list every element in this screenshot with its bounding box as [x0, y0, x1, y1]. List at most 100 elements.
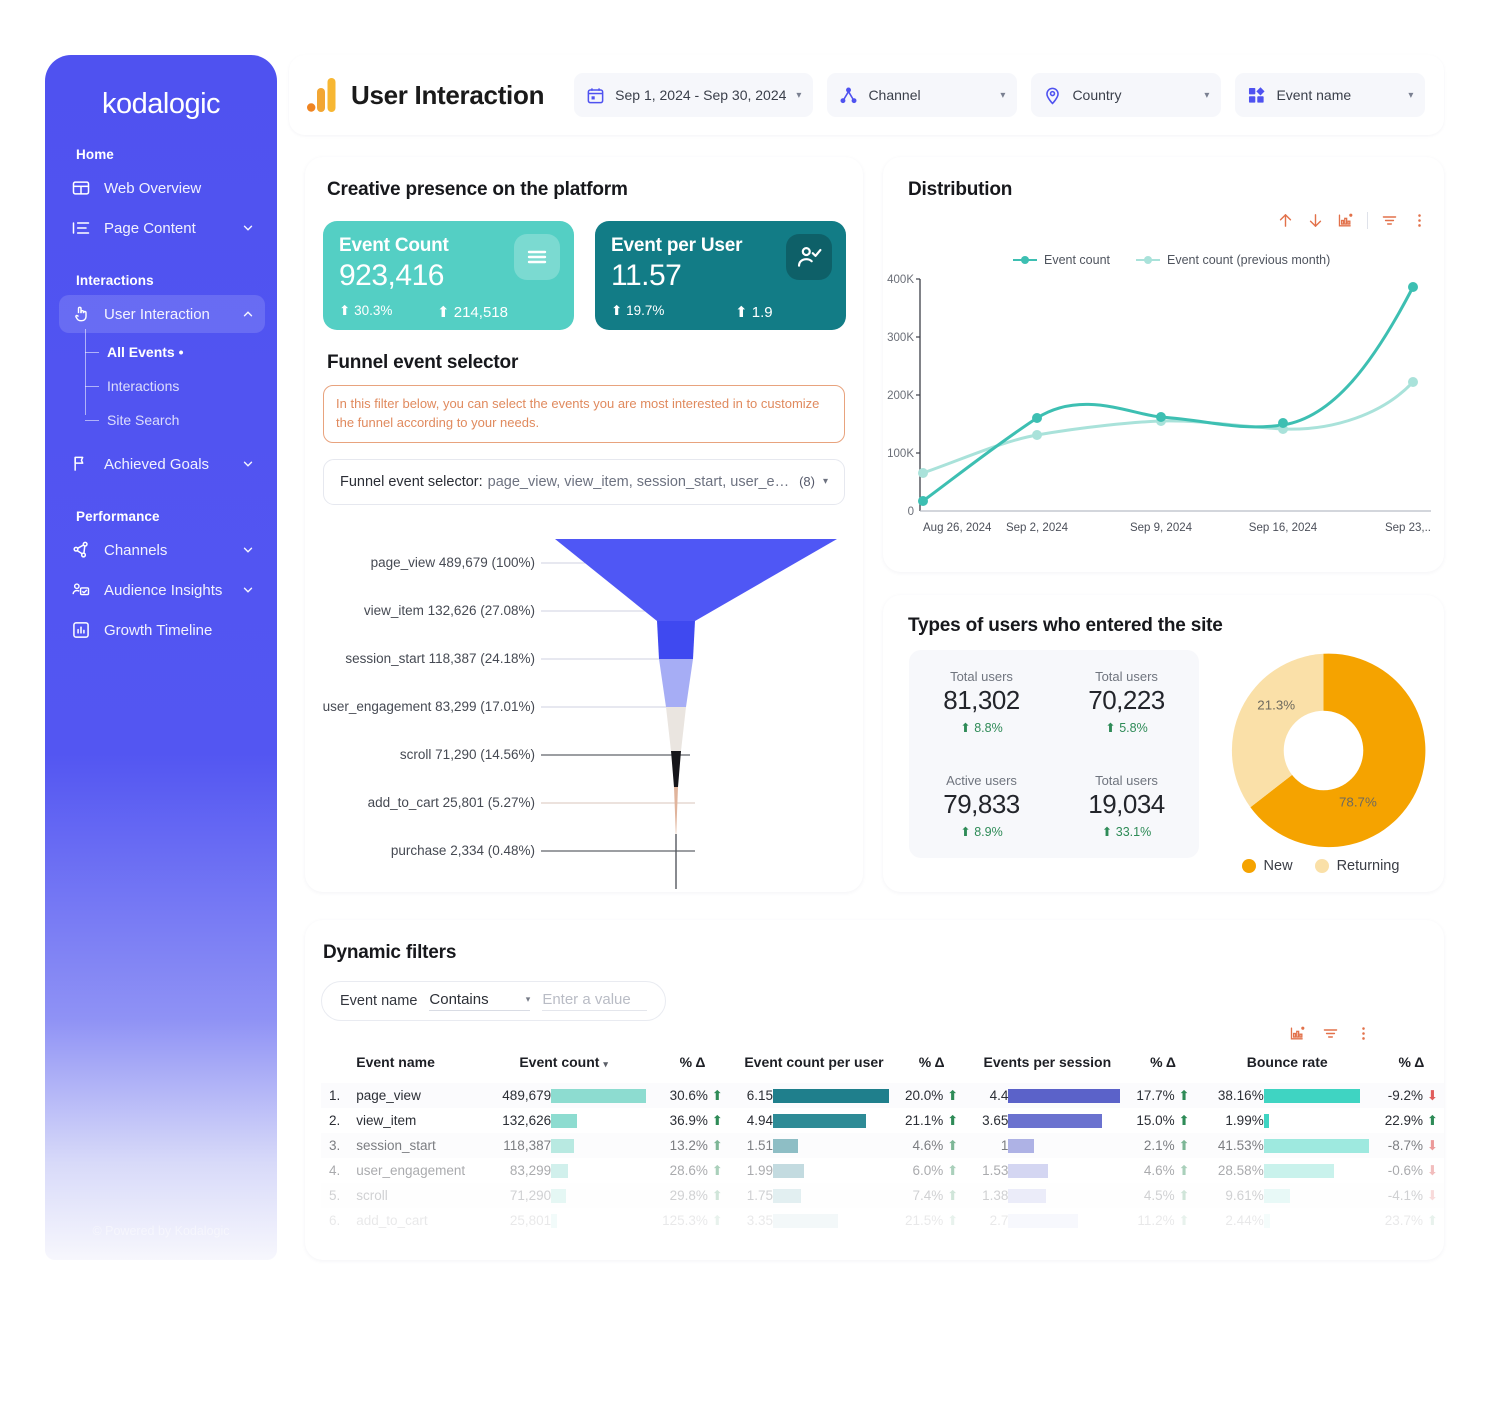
sidebar-subitem-all-events[interactable]: All Events • [85, 335, 277, 369]
sidebar-item-web-overview[interactable]: Web Overview [59, 169, 265, 207]
stat-delta-value: 8.8% [974, 721, 1003, 735]
legend-item[interactable]: Event count (previous month) [1136, 253, 1330, 267]
dynamic-filter-operator-select[interactable]: Contains ▾ [429, 991, 531, 1011]
legend-item[interactable]: New [1241, 858, 1293, 874]
value-bar [1008, 1088, 1121, 1103]
events-table-head: Event name Event count ▾ % Δ Event count… [321, 1050, 1444, 1083]
funnel-event-selector-dropdown[interactable]: Funnel event selector: page_view, view_i… [323, 458, 845, 505]
col-bounce-rate[interactable]: Bounce rate [1198, 1050, 1377, 1083]
arrow-up-icon: ⬆ [711, 1112, 723, 1128]
delta-value: 11.2% [1137, 1212, 1175, 1228]
dynamic-filter-value-input[interactable]: Enter a value [542, 991, 647, 1011]
cell-value: 4.94 [746, 1113, 773, 1128]
analytics-bars-icon [307, 78, 336, 112]
filter-label: Country [1072, 87, 1122, 103]
legend-label: New [1263, 858, 1293, 874]
col-event-count-per-user[interactable]: Event count per user [731, 1050, 897, 1083]
cell-ecpu: 1.99 [731, 1158, 897, 1183]
sidebar-item-audience-insights[interactable]: Audience Insights [59, 571, 265, 609]
legend-swatch [1314, 859, 1329, 873]
audience-icon [72, 583, 90, 596]
value-bar [1263, 1188, 1290, 1203]
cell-delta: -4.1% ⬇ [1377, 1183, 1444, 1208]
cell-event-count: 83,299 [473, 1158, 654, 1183]
cell-value: 132,626 [502, 1113, 552, 1128]
row-event-name: add_to_cart [356, 1213, 428, 1228]
cell-value: 6.15 [746, 1088, 773, 1103]
arrow-up-icon: ⬆ [711, 1212, 723, 1228]
cell-delta: 4.5% ⬆ [1128, 1183, 1197, 1208]
cell-delta: 13.2% ⬆ [654, 1133, 731, 1158]
user-check-icon [797, 247, 822, 267]
cell-value: 118,387 [503, 1138, 552, 1153]
arrow-up-icon[interactable] [1277, 212, 1294, 229]
filter-country[interactable]: Country ▾ [1031, 73, 1222, 117]
delta-value: 23.7% [1384, 1212, 1423, 1228]
table-toolbar [1289, 1025, 1372, 1042]
arrow-up-icon: ⬆ [947, 1087, 959, 1103]
more-vertical-icon[interactable] [1355, 1025, 1372, 1042]
sidebar-item-page-content[interactable]: Page Content [59, 209, 265, 247]
stat-delta-value: 8.9% [974, 825, 1003, 839]
table-row[interactable]: 2. view_item 132,626 36.9% ⬆ 4.94 21.1% … [321, 1108, 1444, 1133]
chevron-down-icon [243, 461, 253, 467]
chart-export-icon[interactable] [1289, 1025, 1306, 1042]
sidebar-subitem-interactions[interactable]: Interactions [85, 369, 277, 403]
sidebar-item-growth-timeline[interactable]: Growth Timeline [59, 611, 265, 649]
table-row[interactable]: 5. scroll 71,290 29.8% ⬆ 1.75 7.4% ⬆ 1.3… [321, 1183, 1444, 1208]
sidebar-item-user-interaction[interactable]: User Interaction [59, 295, 265, 333]
col-delta-3[interactable]: % Δ [1128, 1050, 1197, 1083]
filter-label: Event name [1276, 87, 1352, 103]
cell-value: 1.75 [746, 1188, 773, 1203]
col-event-name[interactable]: Event name [348, 1050, 473, 1083]
table-row[interactable]: 1. page_view 489,679 30.6% ⬆ 6.15 20.0% … [321, 1083, 1444, 1108]
delta-value: 4.5% [1143, 1187, 1175, 1203]
kpi-delta-value: 30.3% [354, 303, 393, 318]
arrow-down-icon[interactable] [1307, 212, 1324, 229]
x-tick-label: Aug 26, 2024 [923, 522, 992, 534]
more-vertical-icon[interactable] [1411, 212, 1428, 229]
value-bar [772, 1213, 838, 1228]
col-event-count[interactable]: Event count ▾ [473, 1050, 654, 1083]
table-row[interactable]: 3. session_start 118,387 13.2% ⬆ 1.51 4.… [321, 1133, 1444, 1158]
col-delta-1[interactable]: % Δ [654, 1050, 731, 1083]
table-row[interactable]: 4. user_engagement 83,299 28.6% ⬆ 1.99 6… [321, 1158, 1444, 1183]
funnel-step-label: page_view 489,679 (100%) [371, 555, 535, 570]
row-index: 1. [329, 1088, 341, 1103]
filter-icon[interactable] [1322, 1025, 1339, 1042]
legend-item[interactable]: Returning [1314, 858, 1399, 874]
chevron-down-icon [243, 547, 253, 553]
page-content-icon [72, 222, 90, 234]
cell-bounce: 28.58% [1198, 1158, 1377, 1183]
arrow-up-icon: ⬆ [711, 1162, 723, 1178]
col-delta-2[interactable]: % Δ [897, 1050, 966, 1083]
sidebar-item-achieved-goals[interactable]: Achieved Goals [59, 445, 265, 483]
sidebar-item-channels[interactable]: Channels [59, 531, 265, 569]
menu-lines-icon [527, 250, 547, 264]
chevron-down-icon [243, 587, 253, 593]
arrow-up-icon: ⬆ [711, 1187, 723, 1203]
filter-date-range[interactable]: Sep 1, 2024 - Sep 30, 2024 ▾ [574, 73, 814, 117]
delta-value: -9.2% [1387, 1087, 1423, 1103]
sidebar-subitem-site-search[interactable]: Site Search [85, 403, 277, 437]
table-row[interactable]: 6. add_to_cart 25,801 125.3% ⬆ 3.35 21.5… [321, 1208, 1444, 1233]
row-event-name: view_item [356, 1113, 417, 1128]
filter-icon[interactable] [1381, 212, 1398, 229]
legend-item[interactable]: Event count [1013, 253, 1110, 267]
sidebar-footer: © Powered by Kodalogic [92, 1224, 230, 1238]
col-delta-4[interactable]: % Δ [1377, 1050, 1444, 1083]
value-bar [1263, 1138, 1369, 1153]
stat-delta-value: 5.8% [1119, 721, 1148, 735]
cell-ecpu: 6.15 [731, 1083, 897, 1108]
stat-value: 70,223 [1088, 685, 1165, 715]
sidebar-section-interactions: Interactions [76, 273, 154, 288]
row-event-name: session_start [356, 1138, 436, 1153]
chart-export-icon[interactable] [1337, 212, 1354, 229]
cell-delta: 15.0% ⬆ [1128, 1108, 1197, 1133]
filter-channel[interactable]: Channel ▾ [827, 73, 1018, 117]
col-events-per-session[interactable]: Events per session [966, 1050, 1128, 1083]
cell-delta: 17.7% ⬆ [1128, 1083, 1197, 1108]
cell-value: 1.53 [982, 1163, 1009, 1178]
kpi-absolute-value: 1.9 [751, 304, 773, 321]
filter-event-name[interactable]: Event name ▾ [1235, 73, 1426, 117]
